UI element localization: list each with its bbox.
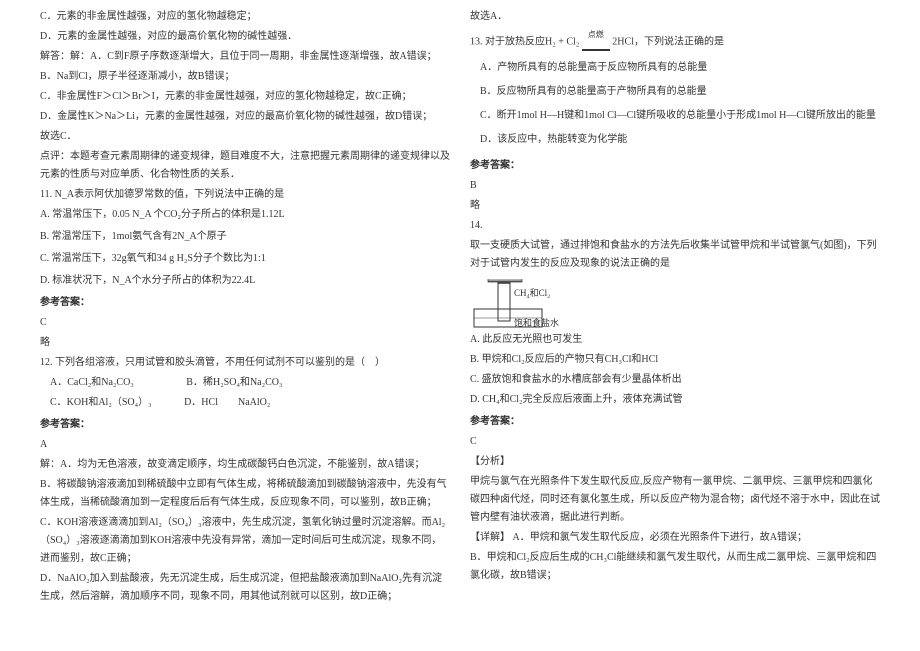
- q12-expl3: C．KOH溶液逐滴滴加到Al₂（SO₄）₃溶液中，先生成沉淀，氢氧化钠过量时沉淀…: [40, 514, 450, 568]
- q10-expl2: B．Na到Cl，原子半径逐渐减小，故B错误；: [40, 68, 450, 86]
- q13-condition: 点燃: [588, 30, 604, 39]
- q10-expl5: 故选C．: [40, 128, 450, 146]
- q14-stem: 取一支硬质大试管，通过排饱和食盐水的方法先后收集半试管甲烷和半试管氯气(如图)，…: [470, 237, 880, 273]
- q11-opt-a: A. 常温常压下，0.05 N_A 个CO₂分子所占的体积是1.12L: [40, 206, 450, 224]
- q14-opt-d: D. CH₄和Cl₂完全反应后液面上升，液体充满试管: [470, 391, 880, 409]
- q12-opt-d: D．HCl NaAlO₂: [184, 397, 270, 408]
- q13-opt-a: A．产物所具有的总能量高于反应物所具有的总能量: [480, 59, 880, 77]
- q13-stem-part2: 2HCl，下列说法正确的是: [612, 37, 724, 48]
- q13-answer: B: [470, 177, 880, 195]
- q14-opt-c: C. 盛放饱和食盐水的水槽底部会有少量晶体析出: [470, 371, 880, 389]
- q12-opt-a: A．CaCl₂和Na₂CO₃: [50, 377, 134, 388]
- q13-opt-b: B．反应物所具有的总能量高于产物所具有的总能量: [480, 83, 880, 101]
- q12-expl2: B．将碳酸钠溶液滴加到稀硫酸中立即有气体生成，将稀硫酸滴加到碳酸钠溶液中，先没有…: [40, 476, 450, 512]
- q12-expl1: 解：A．均为无色溶液，故变滴定顺序，均生成碳酸钙白色沉淀，不能鉴别，故A错误；: [40, 456, 450, 474]
- q11-answer: C: [40, 314, 450, 332]
- q14-num: 14.: [470, 217, 880, 235]
- q13-stem: 13. 对于放热反应H₂ + Cl₂ 点燃 2HCl，下列说法正确的是: [470, 28, 880, 57]
- q11-answer-label: 参考答案：: [40, 294, 450, 312]
- q13-answer-label: 参考答案：: [470, 157, 880, 175]
- q14-diagram: CH₄和Cl₂ 饱和食盐水: [470, 279, 580, 329]
- q12-answer-label: 参考答案：: [40, 416, 450, 434]
- q11-opt-b: B. 常温常压下，1mol氨气含有2N_A个原子: [40, 228, 450, 246]
- q14-analysis: 甲烷与氯气在光照条件下发生取代反应,反应产物有一氯甲烷、二氯甲烷、三氯甲烷和四氯…: [470, 473, 880, 527]
- q10-comment: 点评：本题考查元素周期律的递变规律，题目难度不大，注意把握元素周期律的递变规律以…: [40, 148, 450, 184]
- q11-omit: 略: [40, 334, 450, 352]
- q10-opt-d: D．元素的金属性越强，对应的最高价氧化物的碱性越强．: [40, 28, 450, 46]
- q12-opts-ab: A．CaCl₂和Na₂CO₃ B．稀H₂SO₄和Na₂CO₃: [40, 374, 450, 392]
- q11-opt-c: C. 常温常压下，32g氧气和34 g H₂S分子个数比为1:1: [40, 250, 450, 268]
- q12-end: 故选A．: [470, 8, 880, 26]
- q12-opts-cd: C．KOH和Al₂（SO₄）₃ D．HCl NaAlO₂: [40, 394, 450, 412]
- q14-detail-label: 【详解】 A．甲烷和氯气发生取代反应，必须在光照条件下进行，故A错误；: [470, 529, 880, 547]
- q13-stem-part1: 13. 对于放热反应H₂ + Cl₂: [470, 37, 582, 48]
- q14-detail-b: B．甲烷和Cl₂反应后生成的CH₃Cl能继续和氯气发生取代，从而生成二氯甲烷、三…: [470, 549, 880, 585]
- q14-detail-a: A．甲烷和氯气发生取代反应，必须在光照条件下进行，故A错误；: [513, 532, 807, 543]
- q14-opt-b: B. 甲烷和Cl₂反应后的产物只有CH₃Cl和HCl: [470, 351, 880, 369]
- q10-expl3: C．非金属性F＞Cl＞Br＞I，元素的非金属性越强，对应的氢化物越稳定，故C正确…: [40, 88, 450, 106]
- q10-expl4: D．金属性K＞Na＞Li，元素的金属性越强，对应的最高价氧化物的碱性越强，故D错…: [40, 108, 450, 126]
- diagram-label-gas: CH₄和Cl₂: [514, 285, 550, 301]
- q12-expl4: D．NaAlO₂加入到盐酸液，先无沉淀生成，后生成沉淀，但把盐酸液滴加到NaAl…: [40, 570, 450, 606]
- q10-opt-c: C．元素的非金属性越强，对应的氢化物越稳定；: [40, 8, 450, 26]
- diagram-label-liquid: 饱和食盐水: [514, 315, 559, 331]
- q12-opt-b: B．稀H₂SO₄和Na₂CO₃: [186, 377, 282, 388]
- detail-label-text: 【详解】: [470, 532, 510, 543]
- q11-opt-d: D. 标准状况下，N_A个水分子所占的体积为22.4L: [40, 272, 450, 290]
- q13-opt-c: C．断开1mol H—H键和1mol Cl—Cl键所吸收的总能量小于形成1mol…: [480, 107, 880, 125]
- q14-analysis-label: 【分析】: [470, 453, 880, 471]
- q12-opt-c: C．KOH和Al₂（SO₄）₃: [50, 397, 152, 408]
- q14-opt-a: A. 此反应无光照也可发生: [470, 331, 880, 349]
- reaction-arrow-icon: [582, 49, 610, 51]
- q12-answer: A: [40, 436, 450, 454]
- q14-answer: C: [470, 433, 880, 451]
- q13-omit: 略: [470, 197, 880, 215]
- q14-answer-label: 参考答案：: [470, 413, 880, 431]
- q11-stem: 11. N_A表示阿伏加德罗常数的值，下列说法中正确的是: [40, 186, 450, 204]
- q13-opt-d: D．该反应中，热能转变为化学能: [480, 131, 880, 149]
- q12-stem: 12. 下列各组溶液，只用试管和胶头滴管，不用任何试剂不可以鉴别的是（ ）: [40, 354, 450, 372]
- q10-expl1: 解答：解：A．C到F原子序数逐渐增大，且位于同一周期，非金属性逐渐增强，故A错误…: [40, 48, 450, 66]
